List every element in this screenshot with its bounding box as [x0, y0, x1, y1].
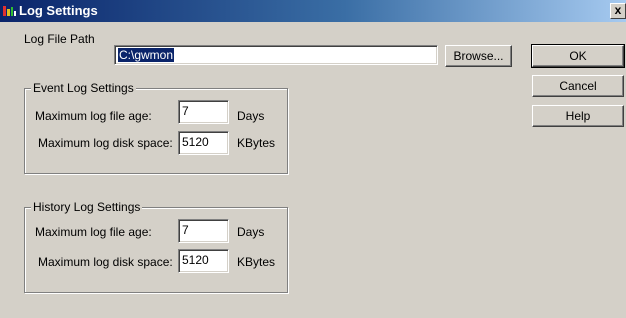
- title-bar[interactable]: Log Settings x: [0, 0, 626, 22]
- event-max-space-label: Maximum log disk space:: [38, 136, 173, 150]
- history-log-settings-title: History Log Settings: [31, 200, 143, 214]
- log-settings-icon: [3, 5, 17, 17]
- history-max-age-input[interactable]: 7: [178, 219, 229, 243]
- log-settings-dialog: Log Settings x Log File Path C:\gwmon Br…: [0, 0, 626, 318]
- window-title: Log Settings: [19, 3, 98, 18]
- browse-button[interactable]: Browse...: [445, 45, 512, 67]
- history-log-settings-group: History Log Settings: [24, 200, 288, 293]
- close-button[interactable]: x: [610, 3, 626, 19]
- help-button[interactable]: Help: [532, 105, 624, 127]
- log-file-path-value: C:\gwmon: [118, 48, 175, 62]
- event-log-settings-title: Event Log Settings: [31, 81, 136, 95]
- close-icon: x: [614, 3, 622, 17]
- log-file-path-input[interactable]: C:\gwmon: [114, 45, 438, 65]
- history-max-space-label: Maximum log disk space:: [38, 255, 173, 269]
- history-max-age-unit: Days: [237, 225, 265, 239]
- event-log-settings-group: Event Log Settings: [24, 81, 288, 174]
- event-max-space-unit: KBytes: [237, 136, 276, 150]
- log-file-path-label: Log File Path: [24, 32, 95, 46]
- history-max-age-label: Maximum log file age:: [35, 225, 152, 239]
- event-max-age-unit: Days: [237, 109, 265, 123]
- ok-button[interactable]: OK: [531, 44, 625, 68]
- history-max-space-input[interactable]: 5120: [178, 249, 229, 273]
- cancel-button[interactable]: Cancel: [532, 75, 624, 97]
- event-max-age-label: Maximum log file age:: [35, 109, 152, 123]
- history-max-space-unit: KBytes: [237, 255, 276, 269]
- event-max-age-input[interactable]: 7: [178, 100, 229, 124]
- event-max-space-input[interactable]: 5120: [178, 131, 229, 155]
